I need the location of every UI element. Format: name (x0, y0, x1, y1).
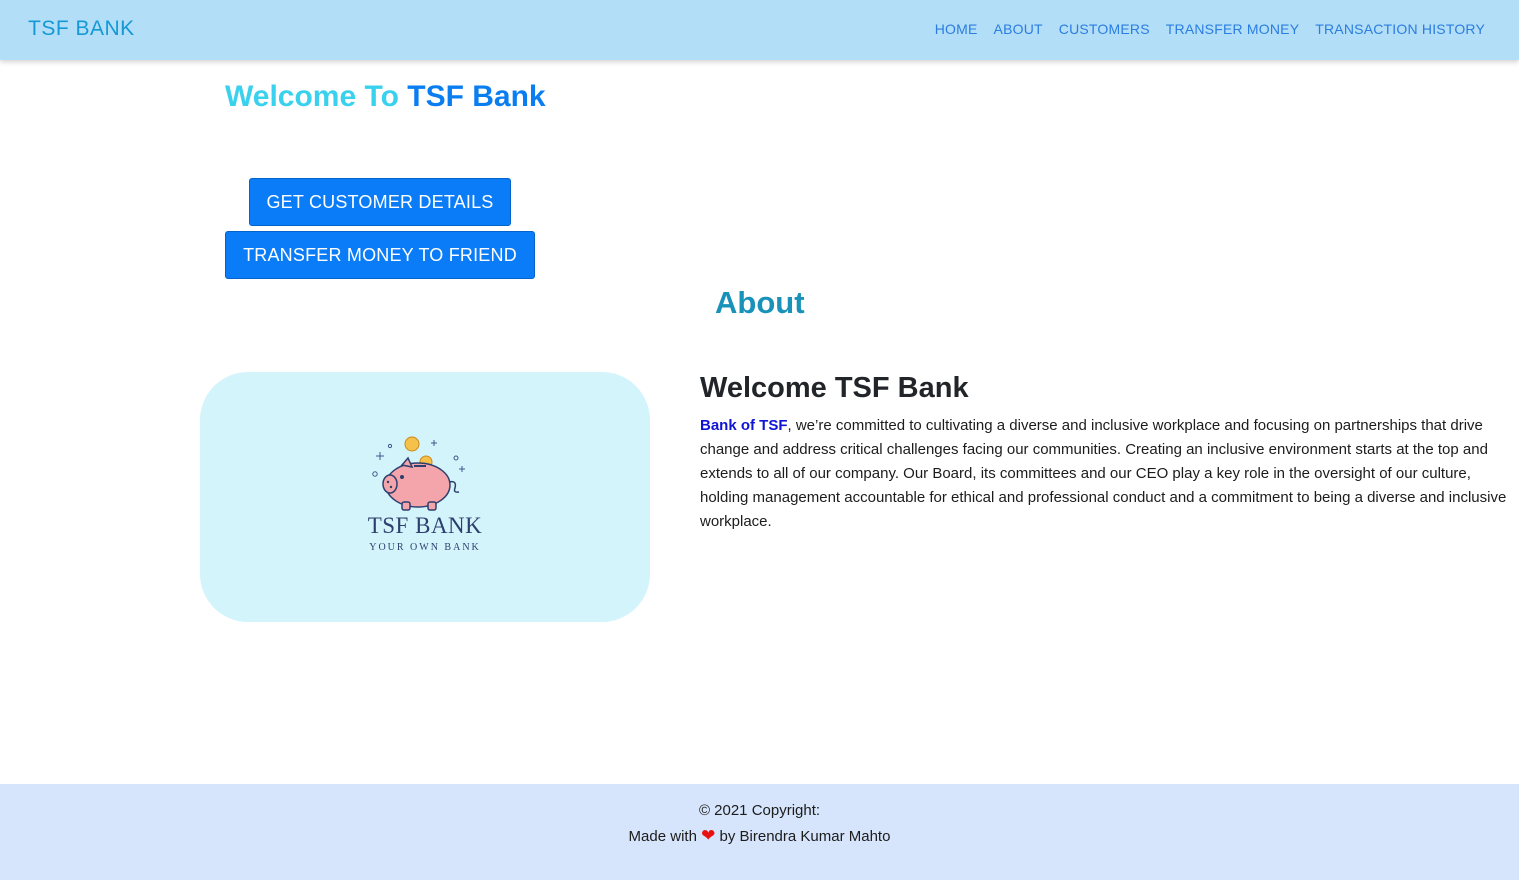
footer-author: by Birendra Kumar Mahto (719, 828, 891, 845)
brand-link[interactable]: TSF BANK (28, 17, 135, 41)
nav-link-about[interactable]: ABOUT (994, 21, 1043, 37)
about-title: About (715, 285, 805, 320)
footer-made-with: Made with (628, 828, 697, 845)
about-paragraph-body: , we’re committed to cultivating a diver… (700, 417, 1507, 530)
hero-title: Welcome To TSF Bank (225, 80, 546, 114)
about-heading: Welcome TSF Bank (700, 372, 969, 404)
hero-title-prefix: Welcome To (225, 80, 399, 113)
bank-of-tsf-text: Bank of TSF (700, 417, 788, 434)
piggy-bank-logo: TSF BANK YOUR OWN BANK (368, 436, 483, 553)
logo-name: TSF BANK (368, 513, 483, 538)
get-customer-details-button[interactable]: GET CUSTOMER DETAILS (249, 178, 511, 226)
piggy-icon (382, 456, 460, 511)
navbar: TSF BANK HOME ABOUT CUSTOMERS TRANSFER M… (0, 0, 1519, 60)
logo-card: TSF BANK YOUR OWN BANK (200, 372, 650, 622)
nav-links: HOME ABOUT CUSTOMERS TRANSFER MONEY TRAN… (935, 21, 1485, 37)
coin-icon (404, 436, 420, 452)
transfer-money-button[interactable]: TRANSFER MONEY TO FRIEND (225, 231, 535, 279)
footer-credit: Made with ❤ by Birendra Kumar Mahto (0, 826, 1519, 846)
nav-link-customers[interactable]: CUSTOMERS (1059, 21, 1150, 37)
nav-link-home[interactable]: HOME (935, 21, 978, 37)
logo-tagline: YOUR OWN BANK (369, 542, 481, 553)
nav-link-transfer-money[interactable]: TRANSFER MONEY (1166, 21, 1299, 37)
heart-icon: ❤ (701, 826, 716, 845)
nav-link-transaction-history[interactable]: TRANSACTION HISTORY (1315, 21, 1485, 37)
page: TSF BANK HOME ABOUT CUSTOMERS TRANSFER M… (0, 0, 1519, 880)
footer: © 2021 Copyright: Made with ❤ by Birendr… (0, 784, 1519, 880)
footer-copyright: © 2021 Copyright: (698, 802, 821, 819)
about-paragraph: Bank of TSF, we’re committed to cultivat… (700, 414, 1519, 534)
hero-title-brand: TSF Bank (407, 80, 546, 113)
